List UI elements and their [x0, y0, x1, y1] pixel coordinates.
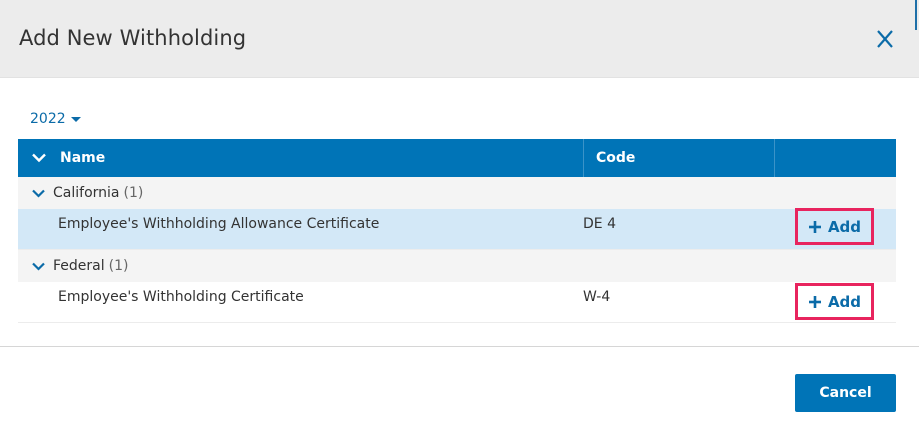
table-row[interactable]: Employee's Withholding Allowance Certifi… — [18, 208, 896, 250]
add-button[interactable]: Add — [795, 283, 874, 320]
add-button-label: Add — [827, 217, 862, 236]
plus-icon — [808, 295, 822, 309]
footer-divider — [0, 346, 919, 347]
group-label: California — [53, 185, 120, 201]
add-button[interactable]: Add — [795, 208, 874, 245]
table-row[interactable]: Employee's Withholding Certificate W-4 A… — [18, 282, 896, 323]
chevron-down-icon — [32, 189, 45, 198]
column-header-name: Name — [60, 150, 106, 166]
year-dropdown[interactable]: 2022 — [30, 110, 81, 128]
group-count: (1) — [123, 185, 144, 201]
grid-header: Name Code — [18, 139, 896, 177]
dialog-title: Add New Withholding — [19, 26, 247, 50]
column-header-action — [774, 139, 897, 177]
dialog-header: Add New Withholding — [0, 0, 919, 78]
chevron-down-icon — [32, 262, 45, 271]
close-button[interactable] — [872, 26, 898, 52]
caret-down-icon — [70, 116, 81, 122]
row-name: Employee's Withholding Allowance Certifi… — [58, 216, 380, 232]
collapse-all-toggle[interactable]: Name — [32, 139, 105, 177]
withholding-grid: Name Code California (1) Employee's With… — [18, 139, 896, 323]
add-button-label: Add — [827, 292, 862, 311]
plus-icon — [808, 220, 822, 234]
edge-marker — [915, 0, 917, 30]
group-label: Federal — [53, 258, 105, 274]
column-header-code-label: Code — [596, 150, 636, 166]
row-name: Employee's Withholding Certificate — [58, 289, 304, 305]
close-icon — [877, 30, 893, 48]
column-header-code[interactable]: Code — [583, 139, 774, 177]
group-row-california[interactable]: California (1) — [18, 177, 896, 209]
chevron-down-icon — [32, 153, 46, 163]
group-count: (1) — [108, 258, 129, 274]
row-code: DE 4 — [583, 216, 616, 232]
year-value: 2022 — [30, 111, 66, 127]
group-row-federal[interactable]: Federal (1) — [18, 250, 896, 282]
cancel-button[interactable]: Cancel — [795, 374, 896, 412]
row-code: W-4 — [583, 289, 611, 305]
